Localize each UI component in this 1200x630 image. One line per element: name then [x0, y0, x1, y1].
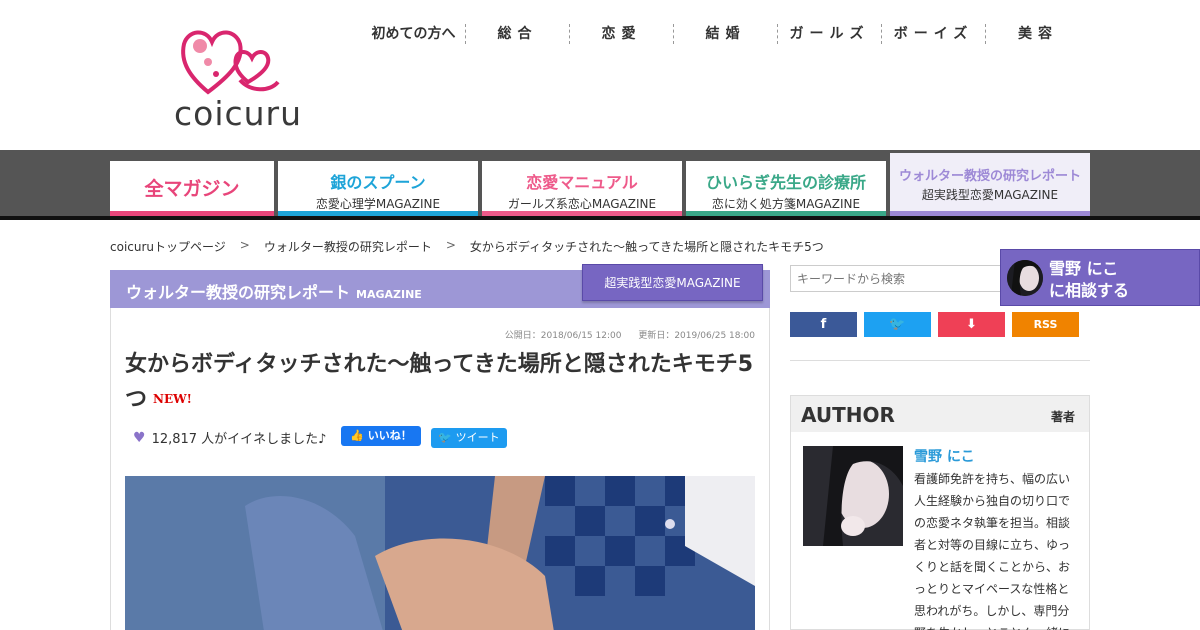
- hero-image: [125, 476, 755, 630]
- twitter-icon: 🐦: [889, 317, 906, 332]
- tab-clinic[interactable]: ひいらぎ先生の診療所 恋に効く処方箋MAGAZINE: [686, 161, 886, 216]
- tab-title: ひいらぎ先生の診療所: [705, 173, 866, 192]
- author-bio: 看護師免許を持ち、幅の広い人生経験から独自の切り口での恋愛ネタ執筆を担当。相談者…: [914, 472, 1071, 630]
- consult-line1: 雪野 にこ: [1049, 259, 1119, 278]
- breadcrumb-home[interactable]: coicuruトップページ: [110, 238, 226, 255]
- tab-love-manual[interactable]: 恋愛マニュアル ガールズ系恋心MAGAZINE: [482, 161, 682, 216]
- share-rss-button[interactable]: RSS: [1012, 312, 1079, 337]
- like-count-text: 12,817 人がイイネしました♪: [151, 432, 327, 447]
- breadcrumb: coicuruトップページ > ウォルター教授の研究レポート > 女からボディタ…: [110, 238, 824, 255]
- magazine-sub: MAGAZINE: [356, 288, 422, 301]
- site-header: coicuru 初めての方へ 総合 恋愛 結婚 ガールズ ボーイズ 美容: [0, 0, 1200, 150]
- consult-avatar: [1007, 260, 1043, 296]
- article: 公開日：2018/06/15 12:00 更新日：2019/06/25 18:0…: [110, 308, 770, 630]
- nav-item-boys[interactable]: ボーイズ: [882, 24, 986, 44]
- tab-silver-spoon[interactable]: 銀のスプーン 恋愛心理学MAGAZINE: [278, 161, 478, 216]
- tweet-label: ツイート: [455, 431, 500, 444]
- author-name[interactable]: 雪野 にこ: [914, 446, 975, 466]
- breadcrumb-separator: >: [445, 238, 456, 252]
- breadcrumb-separator: >: [239, 238, 250, 252]
- nav-item-beauty[interactable]: 美容: [986, 24, 1090, 44]
- tab-walter-report[interactable]: ウォルター教授の研究レポート 超実践型恋愛MAGAZINE: [890, 153, 1090, 216]
- author-heading: AUTHOR: [801, 403, 895, 427]
- tab-title: 全マガジン: [144, 178, 240, 200]
- consult-text: 雪野 にこ に相談する: [1049, 258, 1129, 302]
- hero-photo: [125, 476, 755, 630]
- updated-date: 更新日：2019/06/25 18:00: [638, 331, 755, 341]
- author-box: AUTHOR 著者 雪野 にこ 看護師免許を持ち、幅の広い人生経験から独自の切り…: [790, 395, 1090, 630]
- fb-like-label: いいね！: [367, 429, 412, 442]
- pocket-icon: ⬇: [966, 317, 977, 332]
- breadcrumb-category[interactable]: ウォルター教授の研究レポート: [264, 238, 432, 255]
- author-header: AUTHOR 著者: [791, 396, 1089, 432]
- author-portrait: [803, 446, 903, 546]
- share-twitter-button[interactable]: 🐦: [864, 312, 931, 337]
- tab-title: 銀のスプーン: [330, 173, 426, 192]
- share-buttons: f 🐦 ⬇ RSS: [790, 312, 1086, 337]
- tab-title: 恋愛マニュアル: [526, 173, 638, 192]
- twitter-icon: 🐦: [438, 431, 453, 444]
- article-dates: 公開日：2018/06/15 12:00 更新日：2019/06/25 18:0…: [491, 328, 755, 341]
- logo-hearts-icon: [181, 30, 280, 95]
- logo[interactable]: coicuru: [170, 22, 310, 137]
- like-count: ♥ 12,817 人がイイネしました♪: [133, 428, 327, 448]
- breadcrumb-current: 女からボディタッチされた～触ってきた場所と隠されたキモチ5つ: [469, 240, 824, 254]
- consult-line2: に相談する: [1049, 281, 1130, 300]
- nav-item-general[interactable]: 総合: [466, 24, 570, 44]
- published-date: 公開日：2018/06/15 12:00: [504, 331, 622, 341]
- tab-subtitle: 恋愛心理学MAGAZINE: [315, 197, 441, 211]
- tab-subtitle: 超実践型恋愛MAGAZINE: [921, 188, 1059, 202]
- article-title-text: 女からボディタッチされた～触ってきた場所と隠されたキモチ5つ: [125, 352, 754, 412]
- main-content: ウォルター教授の研究レポート MAGAZINE 超実践型恋愛MAGAZINE 公開…: [110, 264, 770, 630]
- author-tag: 著者: [1050, 410, 1075, 424]
- page: coicuru 初めての方へ 総合 恋愛 結婚 ガールズ ボーイズ 美容 全マガ…: [0, 0, 1200, 630]
- share-facebook-button[interactable]: f: [790, 312, 857, 337]
- tab-subtitle: 恋に効く処方箋MAGAZINE: [711, 197, 861, 211]
- article-title: 女からボディタッチされた～触ってきた場所と隠されたキモチ5つ NEW!: [125, 348, 755, 417]
- new-badge: NEW!: [153, 392, 192, 406]
- thumbs-up-icon: 👍: [350, 429, 364, 442]
- share-pocket-button[interactable]: ⬇: [938, 312, 1005, 337]
- tab-subtitle: ガールズ系恋心MAGAZINE: [507, 197, 657, 211]
- magazine-badge[interactable]: 超実践型恋愛MAGAZINE: [582, 264, 763, 301]
- nav-item-beginners[interactable]: 初めての方へ: [362, 24, 466, 44]
- consult-button[interactable]: 雪野 にこ に相談する: [1000, 249, 1200, 306]
- avatar-portrait: [1007, 260, 1043, 296]
- facebook-like-button[interactable]: 👍 いいね！: [341, 426, 421, 446]
- tab-title: ウォルター教授の研究レポート: [898, 169, 1081, 184]
- top-nav: 初めての方へ 総合 恋愛 結婚 ガールズ ボーイズ 美容: [362, 24, 1090, 44]
- author-photo[interactable]: [803, 446, 903, 546]
- rss-icon: RSS: [1033, 318, 1058, 331]
- magazine-title[interactable]: ウォルター教授の研究レポート MAGAZINE: [126, 279, 422, 303]
- facebook-icon: f: [820, 317, 827, 332]
- nav-item-girls[interactable]: ガールズ: [778, 24, 882, 44]
- nav-item-marriage[interactable]: 結婚: [674, 24, 778, 44]
- category-bar: 全マガジン 銀のスプーン 恋愛心理学MAGAZINE 恋愛マニュアル ガールズ系…: [0, 150, 1200, 220]
- magazine-header: ウォルター教授の研究レポート MAGAZINE 超実践型恋愛MAGAZINE: [110, 264, 770, 308]
- nav-item-love[interactable]: 恋愛: [570, 24, 674, 44]
- tweet-button[interactable]: 🐦 ツイート: [431, 428, 507, 448]
- tab-all-magazine[interactable]: 全マガジン: [110, 161, 274, 216]
- logo-text: coicuru: [174, 94, 303, 133]
- magazine-title-text: ウォルター教授の研究レポート: [126, 283, 351, 302]
- sidebar-divider: [790, 360, 1090, 361]
- heart-icon: ♥: [133, 429, 146, 446]
